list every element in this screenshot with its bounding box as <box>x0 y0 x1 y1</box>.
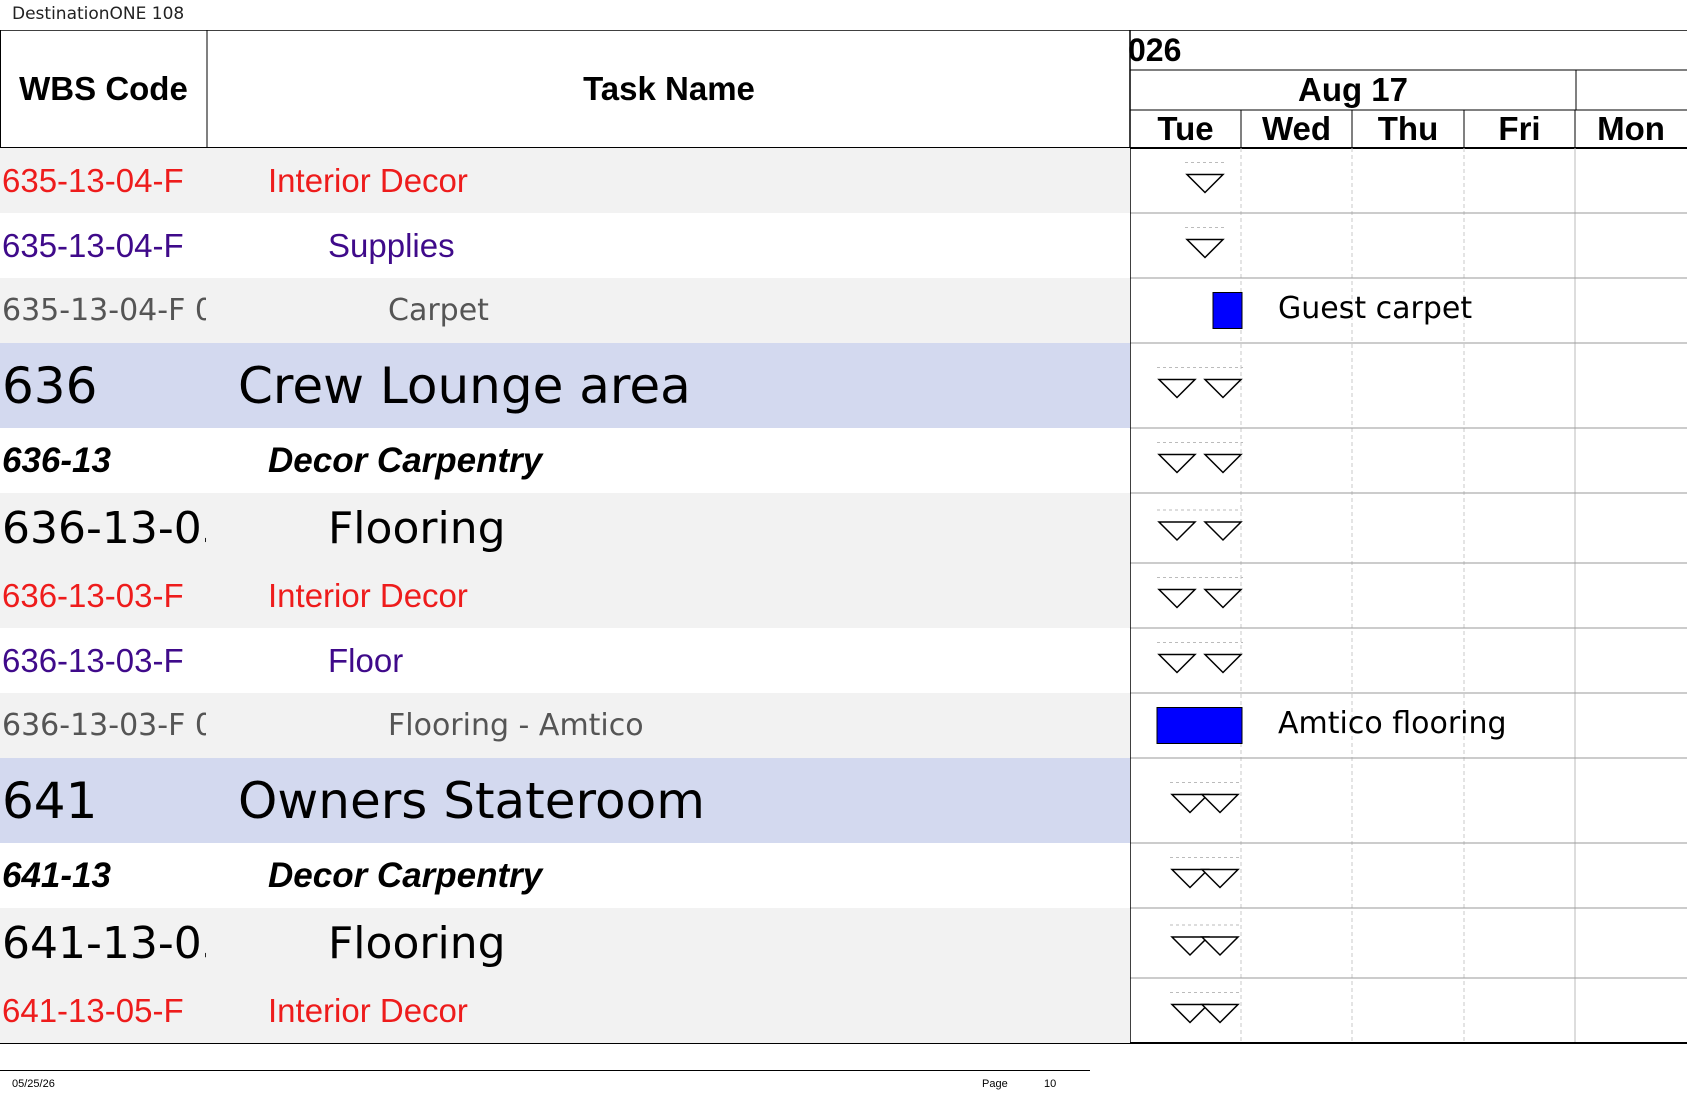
wbs-code-cell: 641-13-05 <box>2 917 206 969</box>
wbs-code-cell: 641-13 <box>2 855 111 895</box>
wbs-code-cell: 636-13-03 <box>2 502 206 554</box>
gantt-task-bar <box>1156 707 1243 744</box>
gantt-schedule: WBS Code Task Name 026 Aug 17 Tue Wed Th… <box>0 30 1687 1048</box>
gantt-bar-label: Guest carpet <box>1278 290 1473 326</box>
table-row[interactable]: 636-13-03-F 01 Flooring - Amtico <box>0 693 1130 758</box>
wbs-code-cell: 636-13-03-F <box>2 576 184 614</box>
footer-date: 05/25/26 <box>12 1078 55 1090</box>
wbs-code-cell: 641 <box>2 771 98 830</box>
table-row[interactable]: 641-13-05 Flooring <box>0 908 1130 978</box>
timescale-day-tue: Tue <box>1157 110 1214 147</box>
task-name-cell: Floor <box>328 641 404 679</box>
timescale-day-fri: Fri <box>1498 110 1541 147</box>
table-row[interactable]: 635-13-04-F 01 Carpet <box>0 278 1130 343</box>
footer-page-number: 10 <box>1044 1078 1057 1090</box>
task-name-cell: Interior Decor <box>268 576 468 614</box>
wbs-code-cell: 636-13-03-F 01 <box>2 708 206 743</box>
wbs-code-cell: 635-13-04-F <box>2 226 184 264</box>
task-name-cell: Crew Lounge area <box>238 356 691 415</box>
table-row[interactable]: 635-13-04-F Supplies <box>0 213 1130 278</box>
task-name-cell: Interior Decor <box>268 991 468 1029</box>
table-row[interactable]: 641 Owners Stateroom <box>0 758 1130 843</box>
task-name-cell: Flooring <box>328 917 506 969</box>
wbs-column-header[interactable]: WBS Code <box>0 30 207 148</box>
table-row[interactable]: 641-13-05-F Interior Decor <box>0 978 1130 1043</box>
table-row[interactable]: 641-13 Decor Carpentry <box>0 843 1130 908</box>
table-row[interactable]: 636-13-03-F Interior Decor <box>0 563 1130 628</box>
table-row[interactable]: 636-13-03 Flooring <box>0 493 1130 563</box>
table-row[interactable]: 636-13-03-F Floor <box>0 628 1130 693</box>
wbs-code-cell: 635-13-04-F <box>2 161 184 199</box>
timescale-year-label: 026 <box>1128 31 1182 68</box>
task-name-cell: Flooring <box>328 502 506 554</box>
task-name-column-header[interactable]: Task Name <box>208 30 1130 148</box>
task-name-cell: Flooring - Amtico <box>388 708 644 743</box>
task-name-cell: Decor Carpentry <box>268 440 543 480</box>
task-name-cell: Owners Stateroom <box>238 771 705 830</box>
document-title: DestinationONE 108 <box>12 4 185 24</box>
table-row[interactable]: 636-13 Decor Carpentry <box>0 428 1130 493</box>
wbs-code-cell: 636-13-03-F <box>2 641 184 679</box>
task-name-cell: Interior Decor <box>268 161 468 199</box>
footer-page-label: Page <box>982 1078 1008 1090</box>
gantt-bar-label: Amtico flooring <box>1278 705 1507 741</box>
table-row[interactable]: 635-13-04-F Interior Decor <box>0 148 1130 213</box>
task-name-cell: Decor Carpentry <box>268 855 543 895</box>
page-footer: 05/25/26 Page 10 <box>0 1070 1090 1098</box>
wbs-code-cell: 636-13 <box>2 440 111 480</box>
timescale-day-thu: Thu <box>1377 110 1439 147</box>
wbs-code-cell: 641-13-05-F <box>2 991 184 1029</box>
timescale-week-label: Aug 17 <box>1297 71 1409 108</box>
timescale-day-wed: Wed <box>1261 110 1332 147</box>
task-name-cell: Supplies <box>328 226 455 264</box>
task-name-cell: Carpet <box>388 293 489 328</box>
gantt-task-bar <box>1212 292 1243 329</box>
timescale-day-mon: Mon <box>1597 110 1665 147</box>
wbs-code-cell: 635-13-04-F 01 <box>2 293 206 328</box>
wbs-code-cell: 636 <box>2 356 98 415</box>
table-row[interactable]: 636 Crew Lounge area <box>0 343 1130 428</box>
